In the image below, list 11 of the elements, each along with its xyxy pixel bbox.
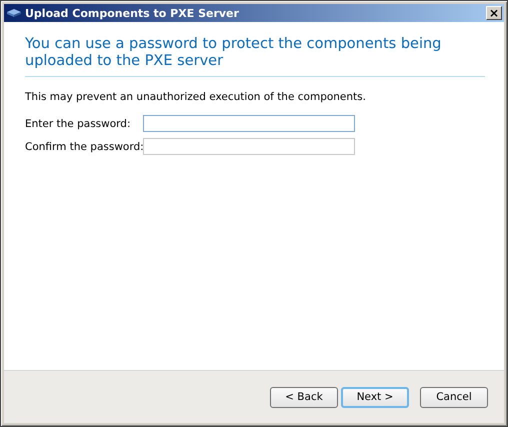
dialog-button[interactable]: Next > — [341, 386, 409, 408]
dialog-button[interactable]: < Back — [270, 386, 338, 408]
password-field[interactable] — [143, 115, 355, 132]
dialog-button[interactable]: Cancel — [420, 386, 488, 408]
description-text: This may prevent an unauthorized execution of the components. — [25, 91, 367, 103]
password-field[interactable] — [143, 138, 355, 155]
close-button[interactable]: × — [486, 6, 502, 20]
field-label: Confirm the password: — [25, 140, 143, 152]
field-label: Enter the password: — [25, 118, 132, 130]
window-title: Upload Components to PXE Server — [25, 6, 240, 20]
page-heading: You can use a password to protect the components being uploaded to the PXE server — [25, 36, 442, 70]
